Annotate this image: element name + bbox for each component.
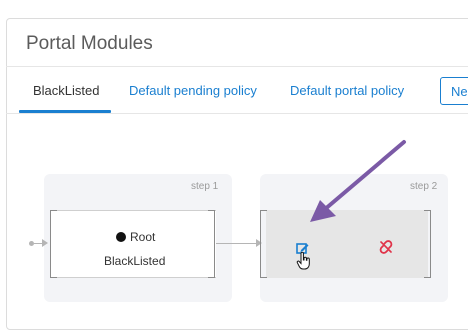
root-node-bracket-left bbox=[50, 210, 57, 278]
root-node-title: Root bbox=[130, 230, 156, 244]
page-title: Portal Modules bbox=[26, 33, 153, 54]
root-node-subtitle: BlackListed bbox=[104, 254, 166, 268]
tab-default-portal-policy[interactable]: Default portal policy bbox=[290, 83, 404, 98]
header-divider bbox=[6, 66, 468, 67]
tabs-divider bbox=[6, 113, 468, 114]
unlink-icon[interactable] bbox=[378, 239, 394, 255]
tab-default-pending-policy[interactable]: Default pending policy bbox=[129, 83, 257, 98]
tab-blacklisted[interactable]: BlackListed bbox=[33, 83, 99, 98]
step-1-label: step 1 bbox=[191, 181, 219, 192]
new-button[interactable]: Ne bbox=[440, 77, 468, 105]
connector-arrowhead bbox=[42, 239, 48, 247]
step-2-label: step 2 bbox=[410, 181, 438, 192]
hand-cursor-icon bbox=[296, 252, 310, 270]
root-node-bracket-right bbox=[208, 210, 215, 278]
root-dot-icon bbox=[116, 232, 126, 242]
step-2-node-bracket-left bbox=[260, 210, 267, 278]
step-2-node-bracket-right bbox=[424, 210, 431, 278]
annotation-arrow bbox=[310, 140, 406, 222]
connector-line-between bbox=[216, 243, 260, 244]
